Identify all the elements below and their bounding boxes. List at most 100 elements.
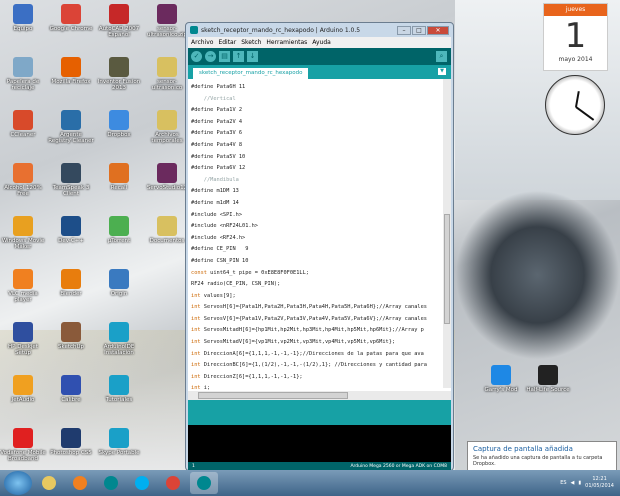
desktop-icon-label: Papelera de reciclaje [6,79,40,91]
volume-icon[interactable]: ◀ [571,480,575,486]
desktop-icon[interactable]: Google Chrome [48,4,94,32]
app-icon [157,110,177,130]
minimize-button[interactable]: – [397,25,411,35]
app-icon [109,110,129,130]
horizontal-scrollbar[interactable] [188,391,451,400]
desktop-icon[interactable]: Calibre [48,375,94,403]
code-line: //Vertical [191,95,236,102]
desktop-icon[interactable]: Garry's Mod [478,365,524,393]
desktop-icon[interactable]: CCleaner [0,110,46,138]
desktop-icon[interactable]: Origin [96,269,142,297]
app-icon [538,365,558,385]
code-line: int ServosV[6]={Pata1V,Pata2V,Pata3V,Pat… [191,315,427,322]
app-icon [61,216,81,236]
vertical-scrollbar[interactable] [443,79,451,388]
open-icon[interactable]: ↑ [233,51,244,62]
desktop-icon[interactable]: Alcohol 120% Free [0,163,46,197]
code-line: #define Pata2V 4 [191,118,243,125]
title-bar[interactable]: sketch_receptor_mando_rc_hexapodo | Ardu… [186,23,453,37]
desktop-icon[interactable]: µTorrent [96,216,142,244]
desktop-icon[interactable]: Tutoriales [96,375,142,403]
desktop-icon[interactable]: Vodafone Mobile Broadband [0,428,46,462]
taskbar-app-arduino[interactable] [97,472,125,494]
desktop-icon[interactable]: Blender [48,269,94,297]
desktop-icon[interactable]: AutoCAD 2007 Español [96,4,142,38]
status-bar [188,400,451,425]
desktop-icon-label: Origin [110,291,128,297]
desktop-icon[interactable]: Papelera de reciclaje [0,57,46,91]
taskbar-app-media-player[interactable] [66,472,94,494]
desktop-icon-label: Photoshop CS5 [50,450,92,456]
desktop-icon[interactable]: Windows Movie Maker [0,216,46,250]
desktop-icon[interactable]: sensor-ultrasonico [144,57,190,91]
desktop-icon[interactable]: JetAudio [0,375,46,403]
verify-icon[interactable]: ✓ [191,51,202,62]
vertical-scroll-thumb[interactable] [444,214,450,324]
menu-archivo[interactable]: Archivo [191,39,213,46]
close-button[interactable]: ✕ [427,25,449,35]
code-line: #define Pata3V 6 [191,130,243,137]
menu-herramientas[interactable]: Herramientas [266,39,307,46]
taskbar-app-chrome[interactable] [159,472,187,494]
desktop-icon[interactable]: Archivos temporales [144,110,190,144]
desktop-icon[interactable]: Dropbox [96,110,142,138]
desktop-icon[interactable]: TeamSpeak 3 Client [48,163,94,197]
taskbar-app-skype[interactable] [128,472,156,494]
taskbar-app-arduino-active[interactable] [190,472,218,494]
code-line: //Mandibula [191,176,239,183]
save-icon[interactable]: ↓ [247,51,258,62]
taskbar-app-explorer[interactable] [35,472,63,494]
code-editor[interactable]: #define Pata6H 11 //Vertical #define Pata… [188,79,451,400]
language-indicator[interactable]: ES [560,480,566,486]
desktop-icon[interactable]: Mozilla Firefox [48,57,94,85]
desktop-icon[interactable]: Half-Life Source [525,365,571,393]
line-number: 1 [192,464,195,469]
desktop-icon[interactable]: Argente Registry Cleaner [48,110,94,144]
desktop-icon[interactable]: HP Deskjet Setup [0,322,46,356]
code-line: int values[9]; [191,292,236,299]
desktop-icon-label: Calibre [61,397,81,403]
desktop-icon[interactable]: VLC media player [0,269,46,303]
app-icon [61,4,81,24]
window-title: sketch_receptor_mando_rc_hexapodo | Ardu… [201,26,361,34]
desktop-icon[interactable]: Equipo [0,4,46,32]
desktop-icon[interactable]: Dev-C++ [48,216,94,244]
desktop-icon[interactable]: Documentos [144,216,190,244]
clock-gadget [545,75,605,135]
desktop-icon-label: ServoStudio12 [146,185,188,191]
serial-monitor-icon[interactable]: ⌕ [436,51,447,62]
clock-hour-hand [575,91,580,108]
upload-icon[interactable]: → [205,51,216,62]
app-icon [109,4,129,24]
new-icon[interactable]: ▤ [219,51,230,62]
desktop-icon[interactable]: sensor-ultrasonico.zip [144,4,190,38]
horizontal-scroll-thumb[interactable] [198,392,348,399]
desktop-icon[interactable]: Photoshop CS5 [48,428,94,456]
desktop-icon[interactable]: ArduinoIDE Instalación [96,322,142,356]
menu-editar[interactable]: Editar [218,39,236,46]
code-line: int ServosH[6]={Pata1H,Pata2H,Pata3H,Pat… [191,304,427,311]
network-icon[interactable]: ▮ [578,480,581,486]
desktop-icon[interactable]: Inventor Fusion 2013 [96,57,142,91]
tab-menu-icon[interactable]: ▼ [438,68,446,75]
desktop-icon-label: TeamSpeak 3 Client [52,185,90,197]
desktop-icon[interactable]: Skype Portable [96,428,142,456]
desktop-icon[interactable]: SketchUp [48,322,94,350]
desktop-icon[interactable]: ServoStudio12 [144,163,190,191]
dropbox-notification[interactable]: Captura de pantalla añadida Se ha añadid… [467,441,617,471]
app-icon [157,57,177,77]
desktop-icon-label: Dev-C++ [58,238,84,244]
tab-sketch[interactable]: sketch_receptor_mando_rc_hexapodo [193,68,309,79]
start-button[interactable] [4,471,32,495]
maximize-button[interactable]: □ [412,25,426,35]
arduino-app-icon [190,26,198,34]
desktop-icon[interactable]: Recall [96,163,142,191]
taskbar-clock[interactable]: 12:21 01/05/2014 [585,476,614,490]
app-icon [13,57,33,77]
desktop-icon-label: Equipo [13,26,33,32]
menu-sketch[interactable]: Sketch [241,39,261,46]
code-text[interactable]: #define Pata6H 11 //Vertical #define Pata… [191,82,427,400]
calendar-gadget: jueves 1 mayo 2014 [543,3,608,71]
menu-ayuda[interactable]: Ayuda [312,39,331,46]
notification-body: Se ha añadido una captura de pantalla a … [473,455,603,467]
